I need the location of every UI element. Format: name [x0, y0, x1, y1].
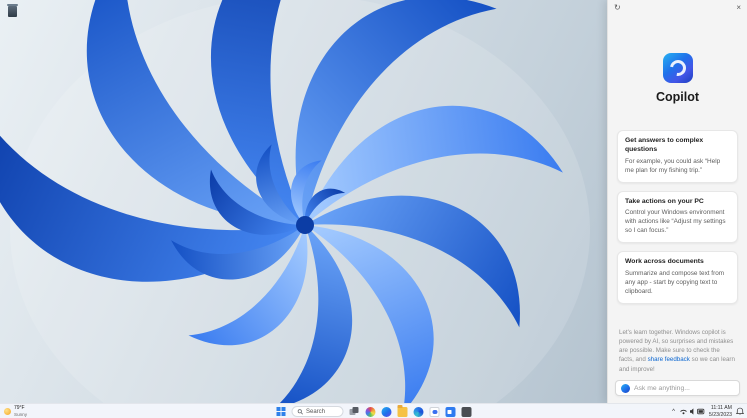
suggestion-card-documents[interactable]: Work across documents Summarize and comp…	[617, 251, 738, 305]
card-body: Control your Windows environment with ac…	[625, 209, 726, 235]
windows-desktop: ↻ × Copilot Get answers to complex quest…	[0, 0, 747, 418]
taskbar-center: Search	[276, 404, 471, 418]
file-explorer-icon[interactable]	[397, 405, 407, 417]
desktop-wallpaper	[0, 0, 607, 403]
disclaimer-text: Let's learn together. Windows copilot is…	[619, 328, 736, 374]
task-view-button[interactable]	[349, 406, 359, 417]
tray-overflow-chevron-icon[interactable]: ^	[672, 409, 675, 415]
copilot-panel: ↻ × Copilot Get answers to complex quest…	[607, 0, 747, 403]
start-button[interactable]	[276, 407, 285, 416]
weather-condition: Sunny	[14, 411, 28, 417]
edge-browser-icon[interactable]	[413, 406, 423, 417]
share-feedback-link[interactable]: share feedback	[648, 356, 690, 363]
ask-input[interactable]	[634, 384, 734, 392]
search-icon	[297, 408, 303, 415]
notification-bell-icon[interactable]	[736, 407, 744, 416]
recycle-bin-icon[interactable]	[7, 4, 18, 17]
search-box[interactable]: Search	[291, 406, 343, 417]
card-title: Get answers to complex questions	[625, 137, 704, 153]
card-title: Take actions on your PC	[625, 197, 704, 205]
close-icon[interactable]: ×	[736, 3, 741, 12]
copilot-logo-icon	[662, 53, 693, 83]
chat-app-icon[interactable]	[429, 406, 439, 417]
microsoft-store-icon[interactable]	[445, 406, 455, 417]
copilot-taskbar-icon[interactable]	[381, 406, 391, 417]
terminal-app-icon[interactable]	[461, 406, 471, 417]
card-title: Work across documents	[625, 258, 704, 266]
bloom-wallpaper-art	[0, 0, 590, 403]
system-tray: ^ 11:11 AM 5/23/2023	[672, 404, 744, 418]
card-body: Summarize and compose text from any app …	[625, 270, 725, 296]
refresh-icon[interactable]: ↻	[614, 3, 621, 12]
copilot-panel-header: ↻ ×	[608, 0, 747, 15]
weather-sun-icon	[4, 408, 11, 415]
taskbar: 79°F Sunny Search ^ 11:11 AM 5/23/2023	[0, 403, 747, 418]
search-label: Search	[306, 408, 326, 415]
clock-widget[interactable]: 11:11 AM 5/23/2023	[709, 405, 732, 417]
suggestion-card-actions[interactable]: Take actions on your PC Control your Win…	[617, 190, 738, 244]
ask-input-container[interactable]	[615, 380, 740, 396]
tray-date: 5/23/2023	[708, 411, 732, 418]
suggestion-card-answers[interactable]: Get answers to complex questions For exa…	[617, 130, 738, 183]
weather-widget[interactable]: 79°F Sunny	[4, 404, 27, 418]
copilot-mini-icon	[621, 383, 630, 393]
copilot-title: Copilot	[655, 90, 700, 104]
card-body: For example, you could ask “Help me plan…	[625, 157, 721, 174]
copilot-brand: Copilot	[608, 53, 747, 104]
weather-text: 79°F Sunny	[14, 405, 28, 417]
network-volume-battery-icons[interactable]	[679, 407, 705, 416]
photos-app-icon[interactable]	[365, 406, 375, 417]
suggestion-cards: Get answers to complex questions For exa…	[608, 130, 747, 305]
